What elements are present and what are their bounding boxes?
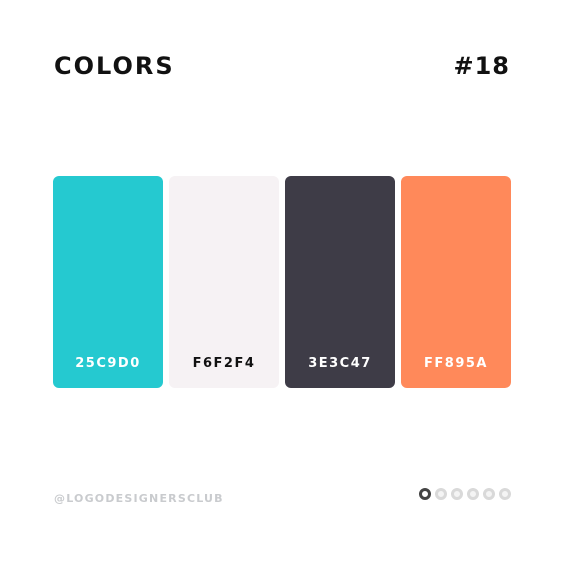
color-swatch[interactable]: F6F2F4 <box>169 176 279 388</box>
pager-dot[interactable] <box>483 488 495 500</box>
palette-number: #18 <box>453 52 510 80</box>
page-title: COLORS <box>54 52 175 80</box>
pager-dot[interactable] <box>419 488 431 500</box>
pager-dot[interactable] <box>499 488 511 500</box>
carousel-pager <box>419 488 511 500</box>
swatch-hex-code: FF895A <box>424 356 488 371</box>
swatch-hex-code: 25C9D0 <box>75 356 141 371</box>
color-swatch[interactable]: FF895A <box>401 176 511 388</box>
color-swatch[interactable]: 25C9D0 <box>53 176 163 388</box>
swatch-hex-code: F6F2F4 <box>192 356 256 371</box>
color-swatch[interactable]: 3E3C47 <box>285 176 395 388</box>
pager-dot[interactable] <box>451 488 463 500</box>
pager-dot[interactable] <box>467 488 479 500</box>
color-swatches: 25C9D0 F6F2F4 3E3C47 FF895A <box>53 176 511 388</box>
footer-handle: @LOGODESIGNERSCLUB <box>54 492 224 505</box>
swatch-hex-code: 3E3C47 <box>308 356 372 371</box>
pager-dot[interactable] <box>435 488 447 500</box>
